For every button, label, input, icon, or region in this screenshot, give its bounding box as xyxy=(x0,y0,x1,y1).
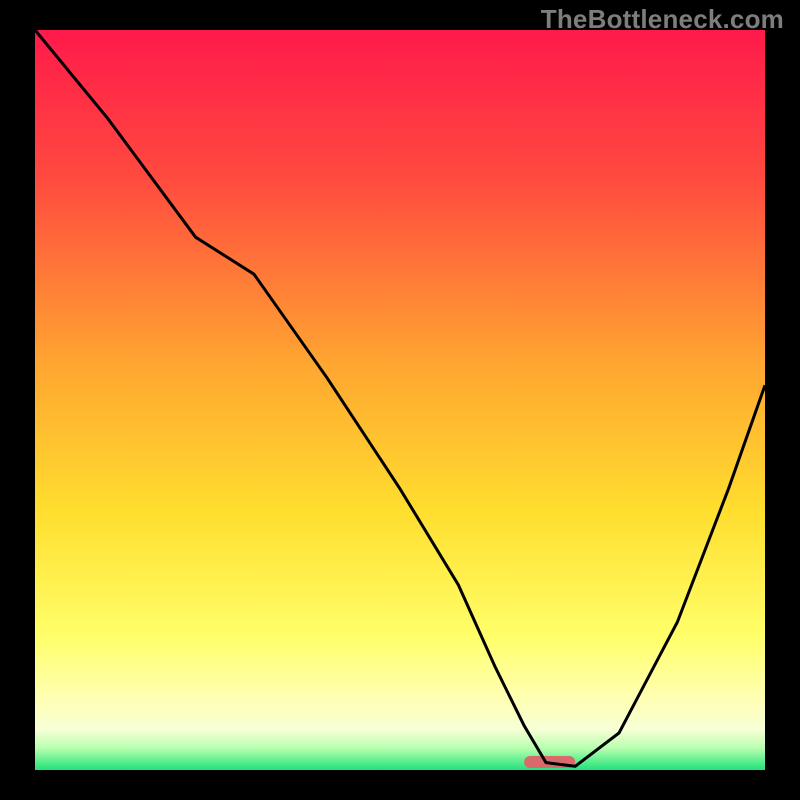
bottleneck-chart xyxy=(0,0,800,800)
plot-area xyxy=(35,30,765,770)
chart-frame: { "watermark": "TheBottleneck.com", "cha… xyxy=(0,0,800,800)
watermark: TheBottleneck.com xyxy=(541,4,784,35)
